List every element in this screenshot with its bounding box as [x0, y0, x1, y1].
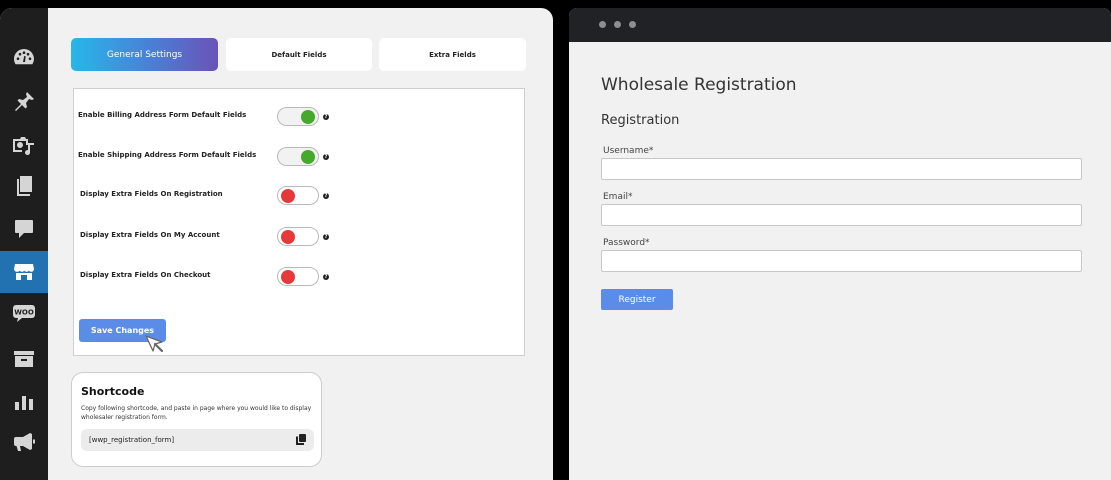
screen: WOO General Settings Default Fields Extr… — [0, 0, 1111, 480]
toggle-knob — [281, 270, 295, 284]
username-label: Username* — [603, 146, 654, 156]
register-button[interactable]: Register — [601, 289, 673, 310]
toggle-knob — [281, 189, 295, 203]
page-title: Wholesale Registration — [601, 75, 797, 95]
pages-icon[interactable] — [0, 165, 48, 207]
media-icon[interactable] — [0, 124, 48, 166]
toggle-extra-checkout[interactable] — [277, 267, 319, 286]
dashboard-icon[interactable] — [0, 36, 48, 78]
shortcode-field[interactable]: [wwp_registration_form] — [81, 429, 314, 451]
help-icon[interactable]: ? — [323, 114, 329, 120]
help-icon[interactable]: ? — [323, 154, 329, 160]
help-icon[interactable]: ? — [323, 193, 329, 199]
setting-label-billing: Enable Billing Address Form Default Fiel… — [78, 111, 247, 119]
tab-extra-fields[interactable]: Extra Fields — [379, 38, 526, 71]
toggle-knob — [281, 230, 295, 244]
password-field[interactable] — [601, 250, 1082, 272]
admin-window: WOO General Settings Default Fields Extr… — [0, 8, 553, 480]
email-field[interactable] — [601, 204, 1082, 226]
shortcode-description: Copy following shortcode, and paste in p… — [81, 405, 312, 421]
comments-icon[interactable] — [0, 208, 48, 250]
settings-content: General Settings Default Fields Extra Fi… — [48, 8, 553, 480]
help-icon[interactable]: ? — [323, 274, 329, 280]
admin-sidebar: WOO — [0, 8, 48, 480]
window-dot-icon[interactable] — [599, 21, 606, 28]
woo-text: WOO — [14, 309, 34, 317]
password-label: Password* — [603, 238, 650, 248]
window-dot-icon[interactable] — [629, 21, 636, 28]
toggle-knob — [301, 150, 315, 164]
username-field[interactable] — [601, 158, 1082, 180]
setting-label-registration: Display Extra Fields On Registration — [80, 190, 223, 198]
tab-general-settings[interactable]: General Settings — [71, 38, 218, 71]
store-icon[interactable] — [0, 251, 48, 293]
help-icon[interactable]: ? — [323, 234, 329, 240]
toggle-extra-registration[interactable] — [277, 186, 319, 205]
copy-icon[interactable] — [296, 434, 306, 445]
woo-icon[interactable]: WOO — [0, 292, 48, 334]
analytics-icon[interactable] — [0, 380, 48, 422]
toggle-knob — [301, 110, 315, 124]
settings-panel: Enable Billing Address Form Default Fiel… — [73, 88, 525, 356]
shortcode-title: Shortcode — [81, 385, 145, 398]
toggle-billing-fields[interactable] — [277, 107, 319, 126]
setting-label-my-account: Display Extra Fields On My Account — [80, 231, 220, 239]
setting-label-shipping: Enable Shipping Address Form Default Fie… — [78, 151, 257, 159]
tab-default-fields[interactable]: Default Fields — [226, 38, 372, 71]
shortcode-text: [wwp_registration_form] — [89, 436, 175, 444]
browser-window: Wholesale Registration Registration User… — [569, 8, 1111, 480]
cursor-icon — [145, 335, 164, 353]
window-dot-icon[interactable] — [614, 21, 621, 28]
toggle-extra-my-account[interactable] — [277, 227, 319, 246]
pin-icon[interactable] — [0, 81, 48, 123]
toggle-shipping-fields[interactable] — [277, 147, 319, 166]
form-subtitle: Registration — [601, 113, 680, 128]
email-label: Email* — [603, 192, 633, 202]
setting-label-checkout: Display Extra Fields On Checkout — [80, 271, 211, 279]
megaphone-icon[interactable] — [0, 421, 48, 463]
archive-icon[interactable] — [0, 338, 48, 380]
shortcode-card: Shortcode Copy following shortcode, and … — [71, 372, 322, 467]
browser-titlebar — [569, 8, 1111, 42]
